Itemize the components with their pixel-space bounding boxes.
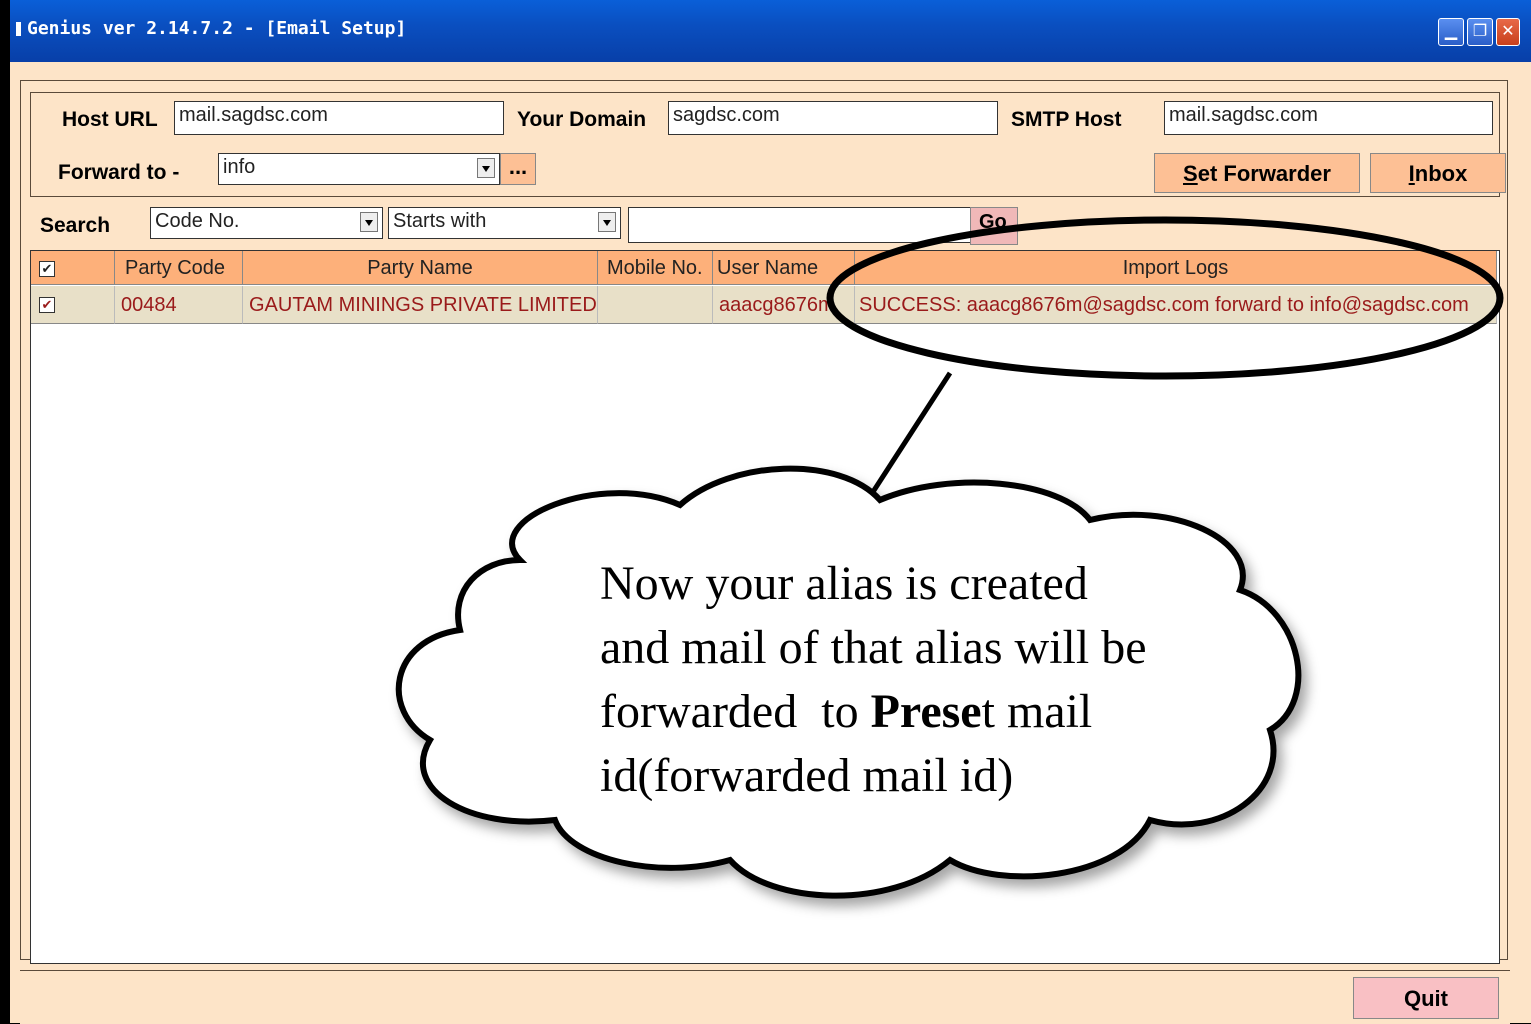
- browse-forward-button[interactable]: ...: [500, 153, 536, 185]
- cell-party-name[interactable]: GAUTAM MININGS PRIVATE LIMITED: [243, 286, 598, 324]
- search-input[interactable]: [628, 207, 973, 243]
- cell-party-code[interactable]: 00484: [115, 286, 243, 324]
- set-forwarder-label: et Forwarder: [1197, 161, 1331, 186]
- header-user-name[interactable]: User Name: [713, 251, 855, 285]
- go-button[interactable]: Go: [970, 207, 1018, 245]
- search-field-combo[interactable]: Code No.: [150, 207, 383, 239]
- quit-button[interactable]: Quit: [1353, 977, 1499, 1019]
- smtp-host-input[interactable]: mail.sagdsc.com: [1164, 101, 1493, 135]
- your-domain-label: Your Domain: [517, 108, 647, 131]
- header-party-code[interactable]: Party Code: [115, 251, 243, 285]
- select-all-header[interactable]: ✔: [31, 251, 115, 285]
- chevron-down-icon[interactable]: [477, 158, 495, 178]
- callout-line-3: forwarded to Preset mail: [600, 680, 1260, 744]
- callout-line-3a: forwarded to: [600, 685, 871, 738]
- callout-text: Now your alias is created and mail of th…: [600, 552, 1260, 808]
- forward-to-label: Forward to -: [58, 161, 180, 184]
- search-label: Search: [40, 214, 111, 237]
- search-mode-value: Starts with: [393, 210, 487, 232]
- header-import-logs[interactable]: Import Logs: [855, 251, 1497, 285]
- cell-mobile-no[interactable]: [598, 286, 713, 324]
- restore-icon: ❐: [1472, 21, 1488, 40]
- callout-line-2: and mail of that alias will be: [600, 621, 1147, 674]
- go-label: Go: [979, 211, 1007, 233]
- bottom-bar: [20, 970, 1510, 1024]
- your-domain-input[interactable]: sagdsc.com: [668, 101, 998, 135]
- callout-preset-bold: Prese: [870, 685, 982, 738]
- header-mobile-no[interactable]: Mobile No.: [598, 251, 713, 285]
- callout-line-4: id(forwarded mail id): [600, 749, 1014, 802]
- set-forwarder-button[interactable]: Set Forwarder: [1154, 153, 1360, 193]
- row-checkbox[interactable]: ✔: [39, 297, 55, 313]
- search-mode-combo[interactable]: Starts with: [388, 207, 621, 239]
- callout-line-1: Now your alias is created: [600, 557, 1088, 610]
- callout-line-3b: t mail: [981, 685, 1093, 738]
- chevron-down-icon[interactable]: [360, 212, 378, 232]
- restore-button[interactable]: ❐: [1467, 18, 1493, 46]
- forward-to-value: info: [223, 156, 256, 178]
- row-select-cell[interactable]: ✔: [31, 286, 115, 324]
- chevron-down-icon[interactable]: [598, 212, 616, 232]
- minimize-button[interactable]: ▁: [1438, 18, 1464, 46]
- forward-to-combo[interactable]: info: [218, 153, 500, 185]
- set-forwarder-hotkey: S: [1183, 161, 1198, 186]
- minimize-icon: ▁: [1444, 21, 1458, 40]
- inbox-label: nbox: [1414, 161, 1468, 186]
- close-button[interactable]: ✕: [1496, 18, 1520, 46]
- app-icon: [16, 22, 21, 36]
- search-field-value: Code No.: [155, 210, 240, 232]
- title-bar[interactable]: Genius ver 2.14.7.2 - [Email Setup] ▁ ❐ …: [10, 0, 1531, 62]
- select-all-checkbox[interactable]: ✔: [39, 261, 55, 277]
- close-icon: ✕: [1501, 21, 1515, 40]
- inbox-button[interactable]: Inbox: [1370, 153, 1506, 193]
- host-url-label: Host URL: [62, 108, 158, 131]
- host-url-input[interactable]: mail.sagdsc.com: [174, 101, 504, 135]
- cell-user-name[interactable]: aaacg8676m: [713, 286, 855, 324]
- cell-import-log[interactable]: SUCCESS: aaacg8676m@sagdsc.com forward t…: [855, 286, 1497, 324]
- window-title: Genius ver 2.14.7.2 - [Email Setup]: [27, 18, 407, 39]
- smtp-host-label: SMTP Host: [1011, 108, 1122, 131]
- header-party-name[interactable]: Party Name: [243, 251, 598, 285]
